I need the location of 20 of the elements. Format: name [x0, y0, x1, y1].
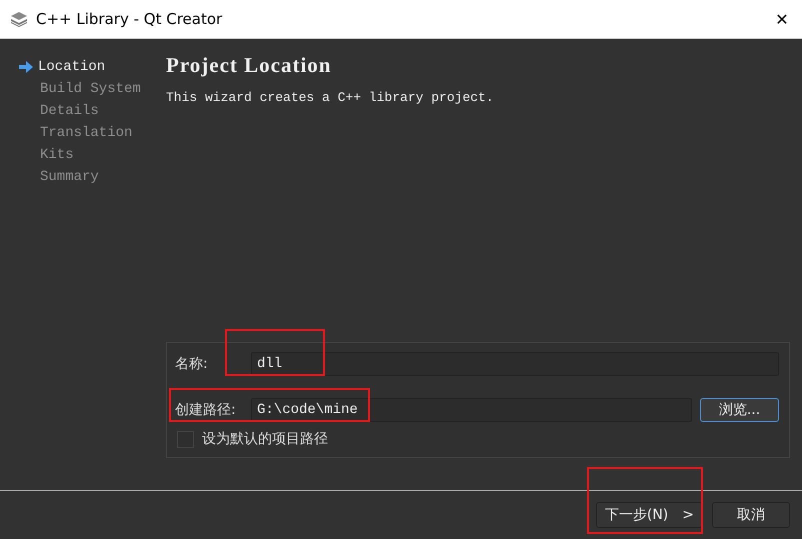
wizard-step: Build System [40, 81, 141, 97]
wizard-step: Details [40, 103, 99, 119]
path-field[interactable]: G:\code\mine [251, 398, 692, 422]
window-title: C++ Library - Qt Creator [36, 10, 224, 28]
page-description: This wizard creates a C++ library project. [166, 90, 495, 105]
close-button[interactable]: ✕ [762, 10, 802, 28]
name-label: 名称: [175, 355, 209, 373]
wizard-step: Translation [40, 125, 132, 141]
wizard-step: Location [38, 59, 106, 75]
wizard-step: Kits [40, 147, 74, 163]
arrow-icon [18, 61, 34, 73]
browse-button[interactable]: 浏览... [700, 398, 779, 422]
next-button[interactable]: 下一步(N) > [596, 502, 703, 528]
path-label: 创建路径: [175, 401, 237, 419]
wizard-step: Summary [40, 169, 99, 185]
checkbox-label: 设为默认的项目路径 [202, 430, 328, 448]
name-field[interactable]: dll [251, 352, 779, 376]
stack-icon [10, 11, 28, 27]
page-title: Project Location [166, 53, 332, 78]
cancel-button[interactable]: 取消 [712, 502, 790, 528]
